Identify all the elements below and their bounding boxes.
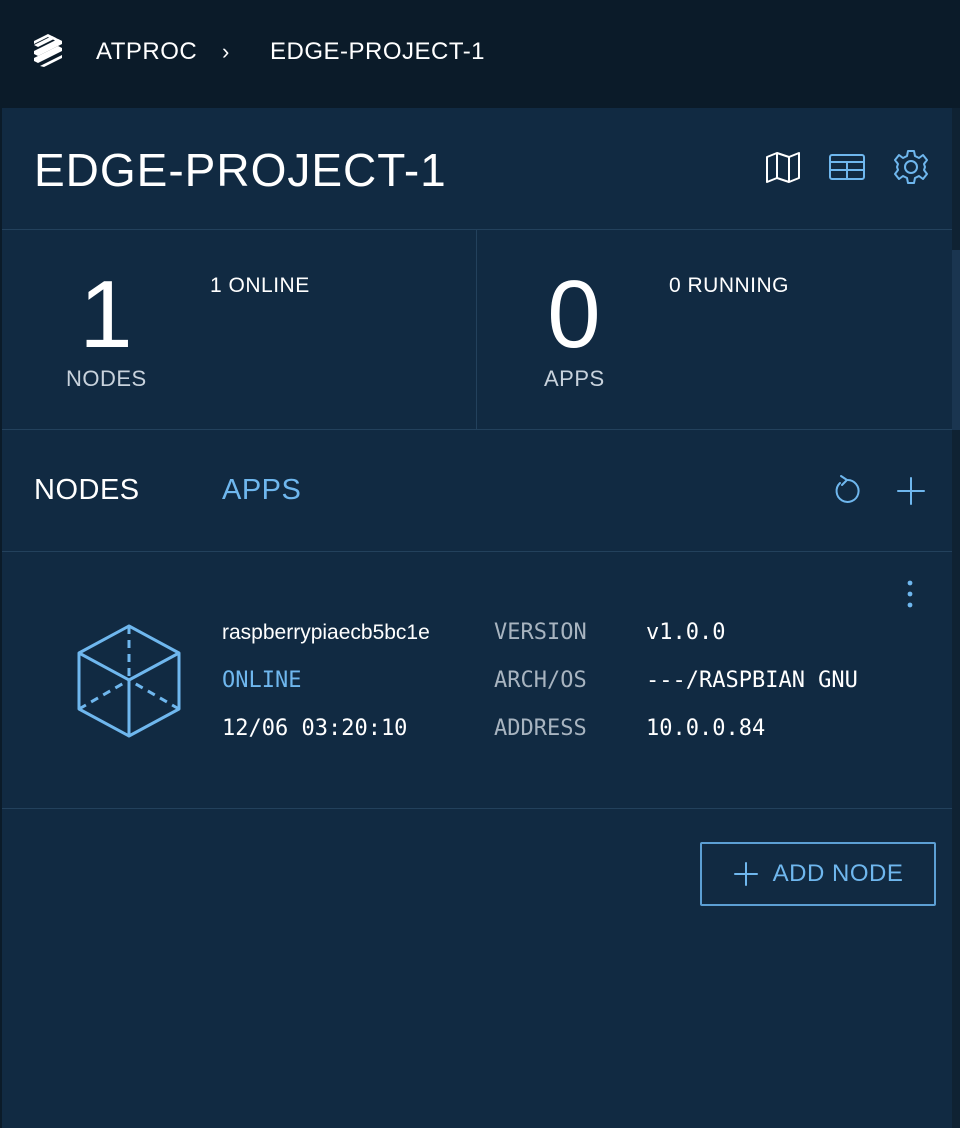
node-cube-icon: [77, 624, 181, 738]
breadcrumb-separator: ›: [222, 39, 230, 64]
address-value: 10.0.0.84: [646, 716, 766, 741]
add-node-label: ADD NODE: [772, 860, 904, 887]
project-header: EDGE-PROJECT-1: [2, 108, 952, 230]
plus-icon[interactable]: [894, 474, 928, 508]
project-panel: EDGE-PROJECT-1 1 NODES 1 ONLINE 0 APPS 0…: [0, 108, 952, 1128]
node-status: ONLINE: [222, 668, 302, 693]
node-last-seen: 12/06 03:20:10: [222, 716, 408, 741]
map-icon[interactable]: [764, 148, 802, 186]
address-label: ADDRESS: [494, 716, 587, 741]
page-title: EDGE-PROJECT-1: [34, 144, 447, 196]
logo-icon[interactable]: [30, 33, 66, 69]
nodes-count: 1: [79, 261, 133, 368]
breadcrumb-project[interactable]: EDGE-PROJECT-1: [270, 38, 485, 66]
scrollbar-thumb[interactable]: [952, 250, 960, 430]
apps-running-summary: 0 RUNNING: [669, 274, 790, 297]
refresh-icon[interactable]: [830, 474, 864, 508]
tab-bar: NODES APPS: [2, 430, 952, 552]
breadcrumb-org[interactable]: ATPROC: [96, 38, 197, 66]
kebab-menu-icon[interactable]: [900, 578, 920, 610]
version-value: v1.0.0: [646, 620, 726, 645]
add-node-button[interactable]: ADD NODE: [700, 842, 936, 906]
apps-count-label: APPS: [544, 366, 605, 391]
stats-section: 1 NODES 1 ONLINE 0 APPS 0 RUNNING: [2, 230, 952, 430]
table-icon[interactable]: [828, 148, 866, 186]
tab-apps[interactable]: APPS: [222, 474, 301, 507]
version-label: VERSION: [494, 620, 587, 645]
top-bar: ATPROC › EDGE-PROJECT-1: [0, 0, 960, 108]
gear-icon[interactable]: [892, 148, 930, 186]
arch-os-label: ARCH/OS: [494, 668, 587, 693]
plus-icon: [733, 862, 758, 886]
arch-os-value: ---/RASPBIAN GNU: [646, 668, 858, 693]
tab-nodes[interactable]: NODES: [34, 474, 140, 507]
nodes-count-label: NODES: [66, 366, 147, 391]
node-name[interactable]: raspberrypiaecb5bc1e: [222, 621, 464, 645]
apps-count: 0: [547, 261, 601, 368]
nodes-online-summary: 1 ONLINE: [210, 274, 310, 297]
stats-divider: [476, 230, 477, 430]
